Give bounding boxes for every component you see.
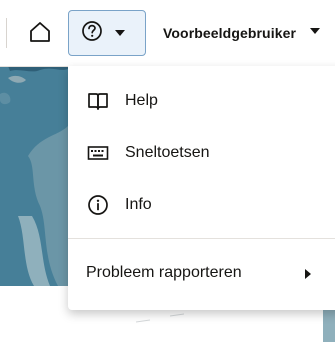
menu-item-label: Info [125,196,152,213]
info-icon [86,193,110,217]
menu-divider [68,238,335,239]
chevron-right-icon [303,267,313,285]
header-divider [6,18,7,48]
chevron-down-icon [308,24,322,43]
top-header: Voorbeeldgebruiker [0,0,335,67]
keyboard-icon [86,141,110,165]
user-menu-button[interactable]: Voorbeeldgebruiker [153,10,335,56]
menu-item-label: Help [125,92,158,109]
chevron-down-icon [113,26,127,40]
help-circle-icon [81,20,103,47]
menu-item-help[interactable]: Help [68,76,335,126]
home-button[interactable] [24,19,56,49]
home-icon [28,21,52,48]
user-name-label: Voorbeeldgebruiker [163,25,297,41]
help-menu-button[interactable] [68,10,146,56]
menu-item-report-problem[interactable]: Probleem rapporteren [68,248,335,298]
menu-item-label: Sneltoetsen [125,144,210,161]
menu-item-shortcuts[interactable]: Sneltoetsen [68,128,335,178]
menu-item-info[interactable]: Info [68,180,335,230]
help-dropdown-menu: Help Sneltoetsen Info Probleem rapporter… [68,66,335,310]
book-icon [86,89,110,113]
menu-item-label: Probleem rapporteren [86,264,242,281]
